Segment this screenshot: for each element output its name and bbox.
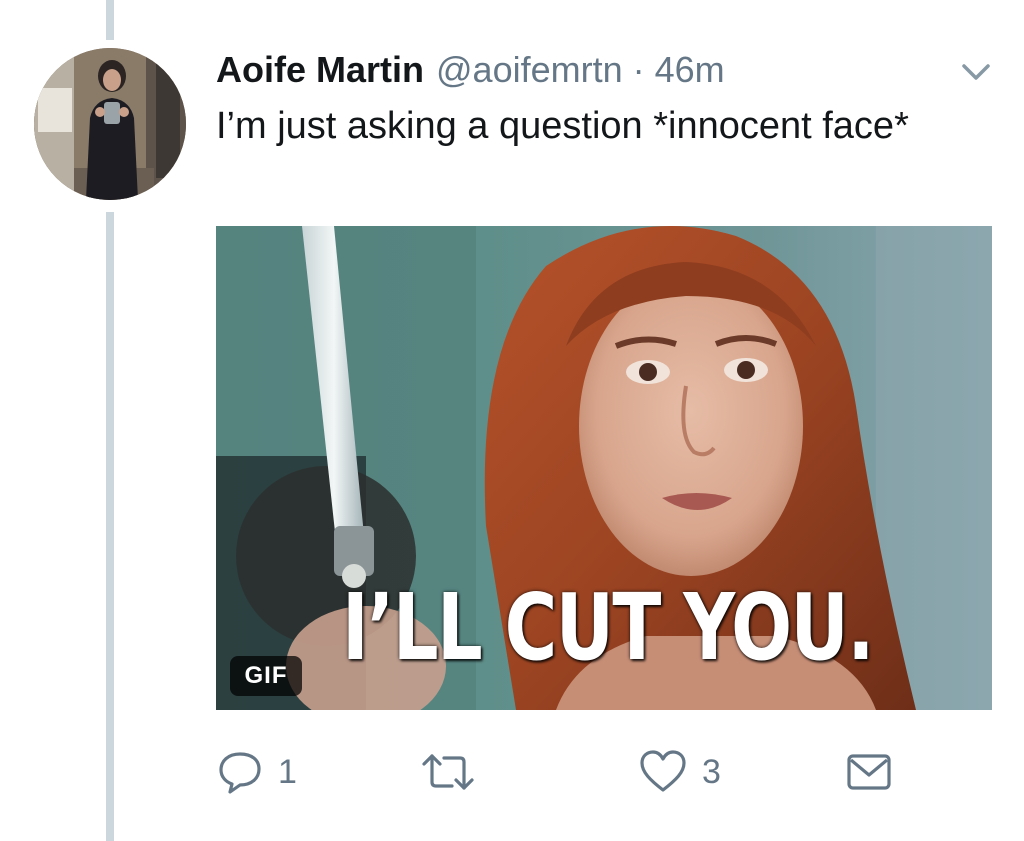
avatar[interactable] (34, 48, 186, 200)
reply-icon (219, 752, 261, 794)
reply-count: 1 (278, 752, 297, 791)
direct-message-button[interactable] (846, 744, 906, 800)
like-button[interactable]: 3 (638, 744, 721, 800)
chevron-down-icon (962, 64, 990, 80)
retweet-button[interactable] (420, 744, 490, 800)
timestamp[interactable]: 46m (655, 49, 725, 91)
thread-line-top (106, 0, 114, 40)
tweet-actions: 1 3 (0, 744, 1024, 800)
display-name[interactable]: Aoife Martin (216, 49, 424, 91)
tweet-text: I’m just asking a question *innocent fac… (216, 105, 909, 147)
separator-dot: · (632, 49, 645, 90)
gif-badge: GIF (230, 656, 302, 696)
envelope-icon (847, 754, 891, 790)
user-handle[interactable]: @aoifemrtn (436, 49, 623, 91)
tweet-page: Aoife Martin @aoifemrtn · 46m I’m just a… (0, 0, 1024, 841)
like-count: 3 (702, 752, 721, 791)
more-options-button[interactable] (956, 56, 996, 90)
gif-caption: I’LL CUT YOU. (342, 574, 874, 681)
heart-icon (640, 750, 686, 792)
gif-media[interactable]: I’LL CUT YOU. GIF (216, 226, 992, 710)
reply-button[interactable]: 1 (216, 744, 297, 800)
avatar-photo (34, 48, 186, 200)
tweet-header: Aoife Martin @aoifemrtn · 46m (216, 44, 725, 96)
retweet-icon (422, 754, 474, 790)
